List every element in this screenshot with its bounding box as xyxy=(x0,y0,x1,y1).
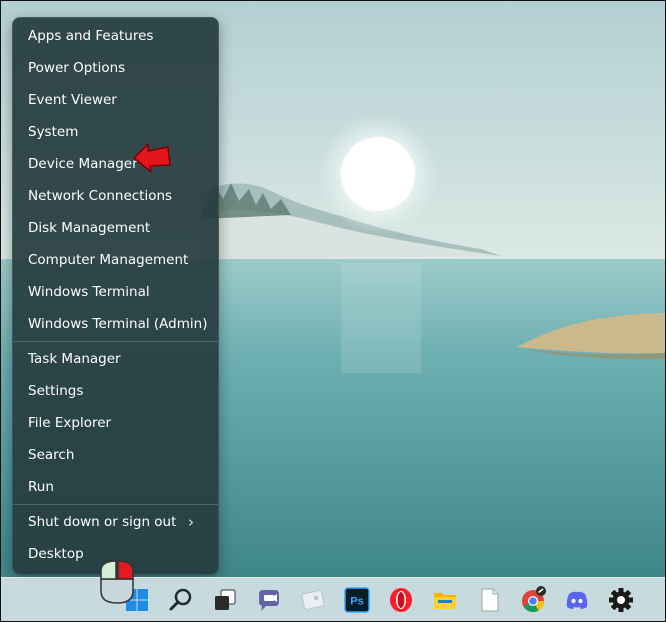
file-explorer-icon[interactable] xyxy=(431,586,459,614)
menu-item-power-options[interactable]: Power Options xyxy=(28,55,208,81)
menu-item-settings[interactable]: Settings xyxy=(28,378,208,404)
menu-item-windows-terminal-admin[interactable]: Windows Terminal (Admin) xyxy=(28,311,208,337)
opera-icon[interactable] xyxy=(387,586,415,614)
winx-context-menu: Apps and Features Power Options Event Vi… xyxy=(12,17,219,575)
menu-item-event-viewer[interactable]: Event Viewer xyxy=(28,87,208,113)
menu-item-label: Shut down or sign out xyxy=(28,514,177,530)
menu-item-network-connections[interactable]: Network Connections xyxy=(28,183,208,209)
menu-item-disk-management[interactable]: Disk Management xyxy=(28,215,208,241)
notepad-icon[interactable] xyxy=(475,586,503,614)
red-pointer-arrow-icon xyxy=(133,143,171,173)
chevron-right-icon: › xyxy=(188,513,194,531)
right-click-mouse-icon xyxy=(100,560,134,604)
menu-separator xyxy=(13,504,218,505)
menu-item-computer-management[interactable]: Computer Management xyxy=(28,247,208,273)
widgets-icon[interactable] xyxy=(299,586,327,614)
menu-item-run[interactable]: Run xyxy=(28,474,208,500)
menu-item-system[interactable]: System xyxy=(28,119,208,145)
teams-chat-icon[interactable] xyxy=(255,586,283,614)
desktop-screen: Apps and Features Power Options Event Vi… xyxy=(0,0,666,622)
chrome-icon[interactable] xyxy=(519,586,547,614)
discord-icon[interactable] xyxy=(563,586,591,614)
menu-item-device-manager[interactable]: Device Manager xyxy=(28,151,208,177)
menu-item-search[interactable]: Search xyxy=(28,442,208,468)
menu-separator xyxy=(13,341,218,342)
menu-item-task-manager[interactable]: Task Manager xyxy=(28,346,208,372)
menu-item-file-explorer[interactable]: File Explorer xyxy=(28,410,208,436)
menu-item-apps-and-features[interactable]: Apps and Features xyxy=(28,23,208,49)
task-view-icon[interactable] xyxy=(211,586,239,614)
settings-gear-icon[interactable] xyxy=(607,586,635,614)
menu-item-windows-terminal[interactable]: Windows Terminal xyxy=(28,279,208,305)
search-icon[interactable] xyxy=(167,586,195,614)
photoshop-icon-label: Ps xyxy=(350,596,363,608)
photoshop-icon[interactable]: Ps xyxy=(343,586,371,614)
menu-item-shut-down-or-sign-out[interactable]: Shut down or sign out › xyxy=(28,509,208,535)
